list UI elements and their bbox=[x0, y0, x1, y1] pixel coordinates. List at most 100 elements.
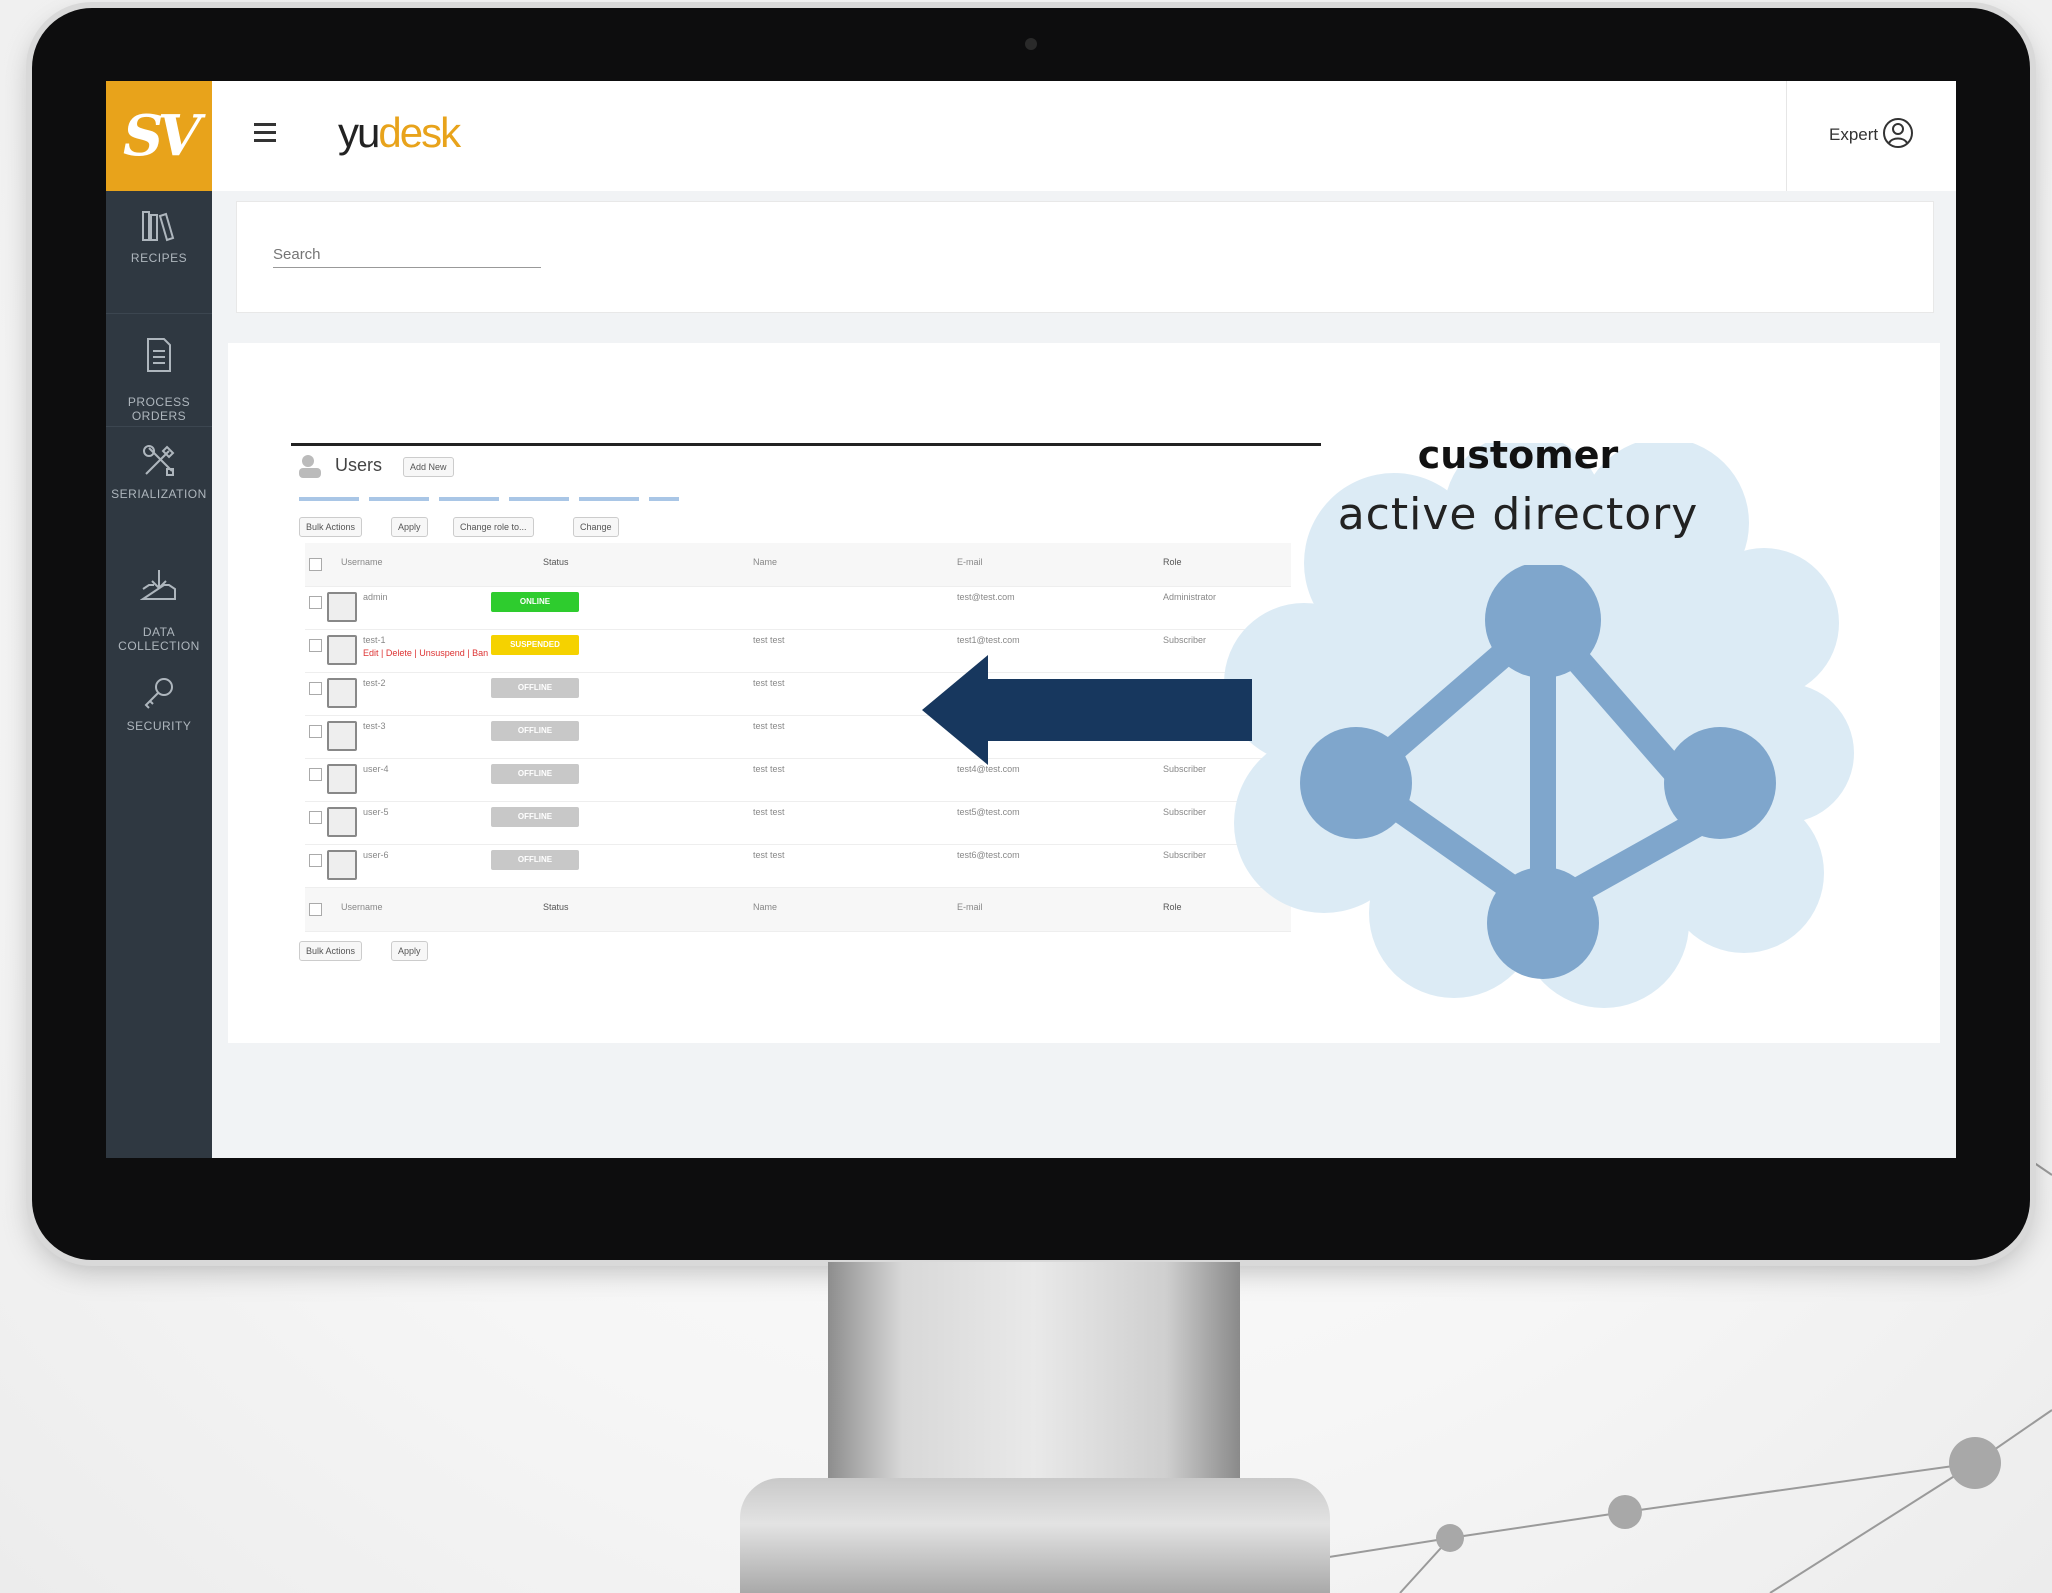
row-name: test test bbox=[753, 850, 785, 860]
hamburger-menu-icon[interactable] bbox=[254, 123, 276, 143]
table-row[interactable]: user-5 OFFLINE test test test5@test.com … bbox=[305, 801, 1291, 845]
table-row[interactable]: admin ONLINE test@test.com Administrator bbox=[305, 586, 1291, 630]
table-footer: Username Status Name E-mail Role bbox=[305, 888, 1291, 932]
row-username[interactable]: user-6 bbox=[363, 850, 389, 860]
avatar bbox=[327, 635, 357, 665]
status-badge: OFFLINE bbox=[491, 678, 579, 698]
change-button[interactable]: Change bbox=[573, 517, 619, 537]
select-all-checkbox[interactable] bbox=[309, 903, 322, 916]
download-tray-icon bbox=[140, 570, 176, 600]
row-username[interactable]: user-4 bbox=[363, 764, 389, 774]
sidebar-item-label: DATA COLLECTION bbox=[118, 625, 200, 653]
col-username[interactable]: Username bbox=[341, 902, 383, 912]
avatar bbox=[327, 721, 357, 751]
row-email[interactable]: test4@test.com bbox=[957, 764, 1020, 774]
row-name: test test bbox=[753, 721, 785, 731]
avatar bbox=[327, 678, 357, 708]
sidebar-item-data-collection[interactable]: DATA COLLECTION bbox=[106, 553, 212, 653]
tools-icon bbox=[143, 445, 175, 476]
col-email[interactable]: E-mail bbox=[957, 557, 983, 567]
col-role: Role bbox=[1163, 902, 1182, 912]
avatar bbox=[327, 807, 357, 837]
webcam bbox=[1025, 38, 1037, 50]
row-role: Subscriber bbox=[1163, 850, 1207, 860]
row-checkbox[interactable] bbox=[309, 811, 322, 824]
status-badge: ONLINE bbox=[491, 592, 579, 612]
row-checkbox[interactable] bbox=[309, 768, 322, 781]
row-username[interactable]: test-1 bbox=[363, 635, 386, 645]
row-name: test test bbox=[753, 764, 785, 774]
row-email[interactable]: test1@test.com bbox=[957, 635, 1020, 645]
row-checkbox[interactable] bbox=[309, 854, 322, 867]
apply-button-bottom[interactable]: Apply bbox=[391, 941, 428, 961]
col-name[interactable]: Name bbox=[753, 557, 777, 567]
sidebar-divider bbox=[106, 313, 212, 314]
status-badge: OFFLINE bbox=[491, 850, 579, 870]
avatar bbox=[327, 850, 357, 880]
sidebar-item-security[interactable]: SECURITY bbox=[106, 675, 212, 733]
users-title: Users bbox=[335, 455, 383, 475]
row-username[interactable]: test-3 bbox=[363, 721, 386, 731]
brand-wordmark: yudesk bbox=[338, 109, 461, 157]
row-username[interactable]: test-2 bbox=[363, 678, 386, 688]
content-card: Users Add New Bulk Actions Apply Change … bbox=[228, 343, 1940, 1043]
books-icon bbox=[142, 211, 175, 242]
status-badge: OFFLINE bbox=[491, 807, 579, 827]
document-icon bbox=[147, 338, 171, 372]
monitor-stand-base bbox=[740, 1478, 1330, 1593]
monitor-stand-neck bbox=[828, 1262, 1240, 1492]
users-icon bbox=[299, 455, 321, 478]
row-checkbox[interactable] bbox=[309, 639, 322, 652]
brand-part-2: desk bbox=[378, 109, 461, 156]
status-badge: OFFLINE bbox=[491, 721, 579, 741]
select-all-checkbox[interactable] bbox=[309, 558, 322, 571]
sidebar-item-label: PROCESS ORDERS bbox=[127, 395, 191, 423]
app-logo[interactable]: SV bbox=[106, 81, 212, 191]
col-name[interactable]: Name bbox=[753, 902, 777, 912]
col-username[interactable]: Username bbox=[341, 557, 383, 567]
sidebar-item-process-orders[interactable]: PROCESS ORDERS bbox=[106, 323, 212, 423]
row-name: test test bbox=[753, 678, 785, 688]
col-role: Role bbox=[1163, 557, 1182, 567]
brand-part-1: yu bbox=[338, 109, 380, 156]
table-row[interactable]: user-6 OFFLINE test test test6@test.com … bbox=[305, 844, 1291, 888]
row-role: Subscriber bbox=[1163, 807, 1207, 817]
monitor-screen: SV RECIPES PROCESS ORDERS SERIALIZATION bbox=[106, 81, 1956, 1158]
sidebar-item-label: RECIPES bbox=[130, 251, 188, 265]
row-checkbox[interactable] bbox=[309, 725, 322, 738]
row-email[interactable]: test@test.com bbox=[957, 592, 1015, 602]
change-role-select[interactable]: Change role to... bbox=[453, 517, 534, 537]
row-actions[interactable]: Edit | Delete | Unsuspend | Ban bbox=[363, 648, 488, 658]
cloud-subtitle: active directory bbox=[1337, 489, 1699, 540]
panel-top-rule bbox=[291, 443, 1321, 446]
row-role: Administrator bbox=[1163, 592, 1217, 602]
add-new-button[interactable]: Add New bbox=[403, 457, 454, 477]
apply-button[interactable]: Apply bbox=[391, 517, 428, 537]
logo-text: SV bbox=[123, 103, 201, 169]
row-name: test test bbox=[753, 807, 785, 817]
top-bar bbox=[212, 81, 1956, 191]
table-header: Username Status Name E-mail Role bbox=[305, 543, 1291, 587]
row-checkbox[interactable] bbox=[309, 596, 322, 609]
row-email[interactable]: test5@test.com bbox=[957, 807, 1020, 817]
sidebar-item-recipes[interactable]: RECIPES bbox=[106, 209, 212, 265]
sidebar: SV RECIPES PROCESS ORDERS SERIALIZATION bbox=[106, 81, 212, 1158]
network-graph-icon bbox=[1300, 565, 1776, 979]
sidebar-divider bbox=[106, 426, 212, 427]
sidebar-item-serialization[interactable]: SERIALIZATION bbox=[106, 443, 212, 501]
user-role-label[interactable]: Expert bbox=[1829, 125, 1878, 145]
user-account-icon[interactable] bbox=[1882, 117, 1914, 149]
avatar bbox=[327, 764, 357, 794]
row-username[interactable]: admin bbox=[363, 592, 388, 602]
col-email[interactable]: E-mail bbox=[957, 902, 983, 912]
bulk-actions-select[interactable]: Bulk Actions bbox=[299, 517, 363, 537]
bulk-actions-select-bottom[interactable]: Bulk Actions bbox=[299, 941, 363, 961]
topbar-divider bbox=[1786, 81, 1787, 191]
row-name: test test bbox=[753, 635, 785, 645]
role-filter-links[interactable] bbox=[299, 497, 679, 501]
row-email[interactable]: test6@test.com bbox=[957, 850, 1020, 860]
row-username[interactable]: user-5 bbox=[363, 807, 389, 817]
row-checkbox[interactable] bbox=[309, 682, 322, 695]
key-icon bbox=[144, 678, 173, 709]
search-input[interactable] bbox=[273, 242, 541, 268]
